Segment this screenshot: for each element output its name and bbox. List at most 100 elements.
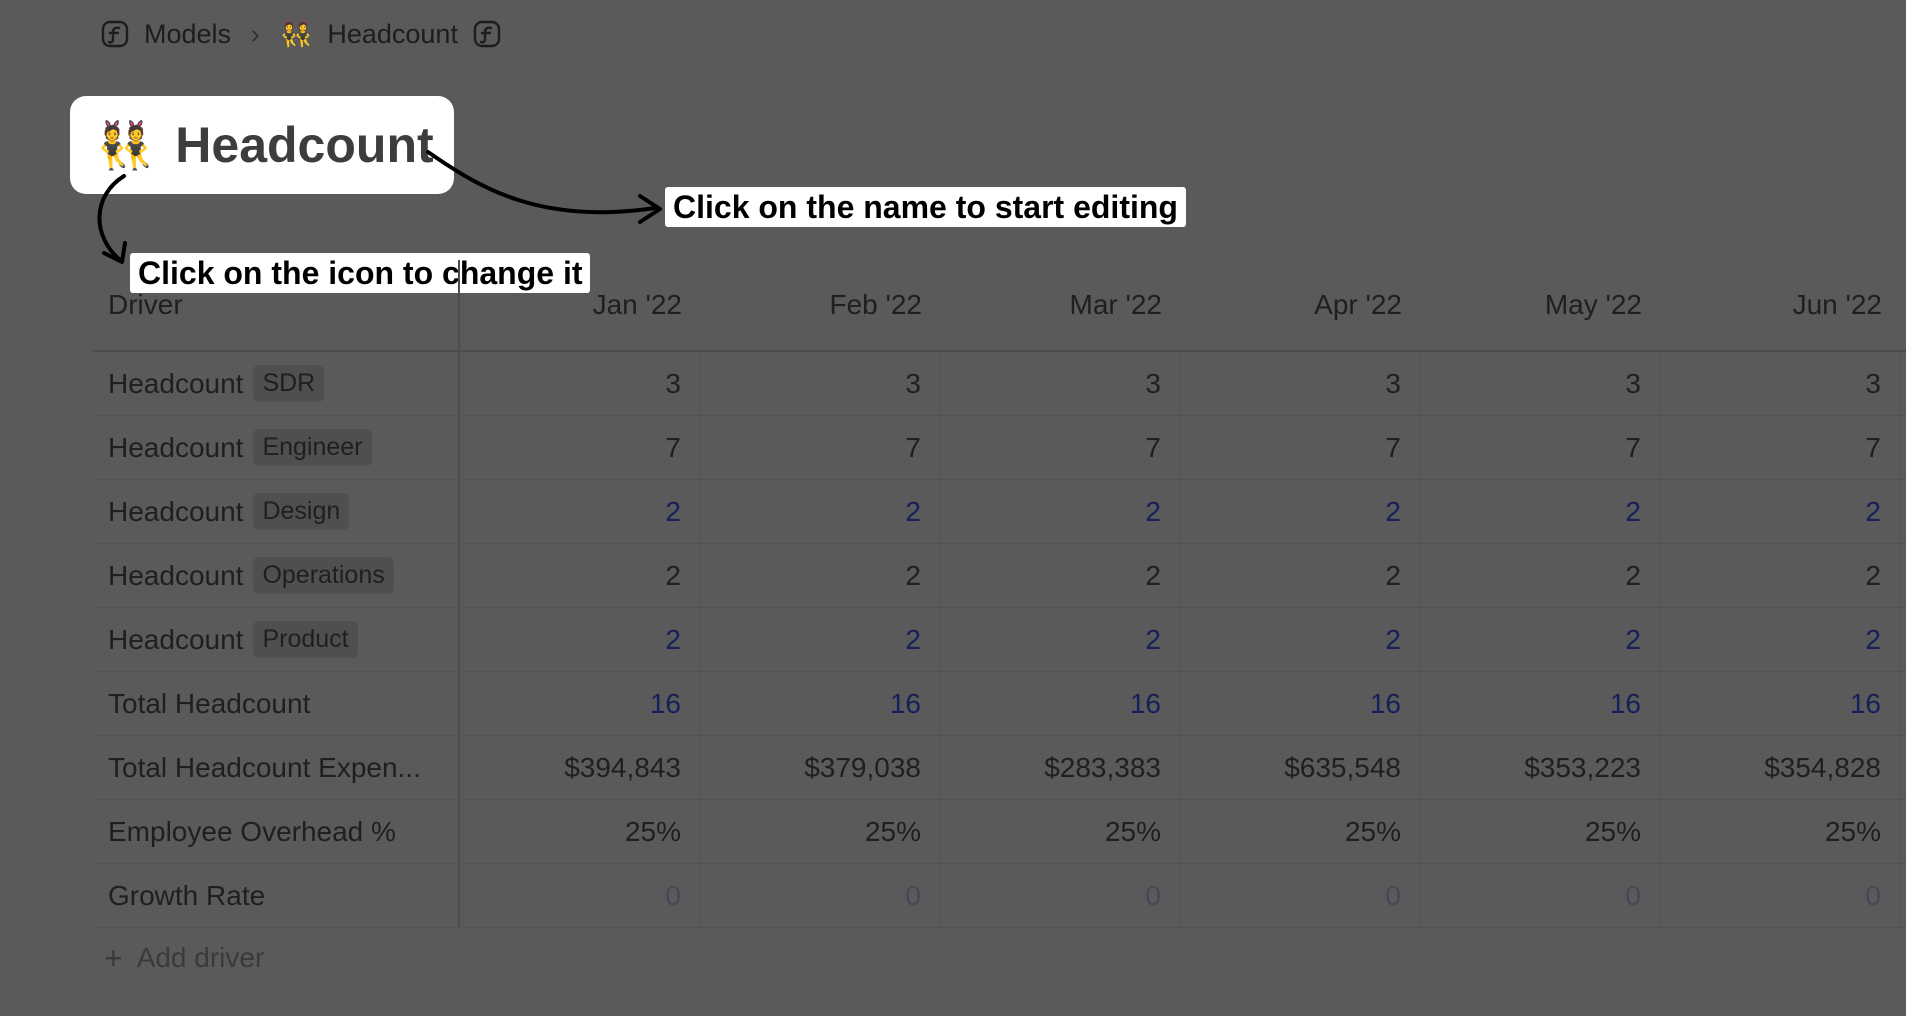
value-cell[interactable]: 3 <box>1180 352 1420 415</box>
driver-name-cell[interactable]: Headcount Design <box>92 480 460 543</box>
table-row[interactable]: Employee Overhead % 25% 25% 25% 25% 25% 25% <box>92 800 1906 864</box>
value-cell[interactable]: 7 <box>1660 416 1900 479</box>
value-cell[interactable]: 16 <box>1660 672 1900 735</box>
column-header-month[interactable]: Jan '22 <box>460 260 700 350</box>
column-header-month[interactable]: Feb '22 <box>700 260 940 350</box>
add-driver-button[interactable]: + Add driver <box>104 942 264 974</box>
value-cell[interactable]: 0 <box>940 864 1180 927</box>
driver-name: Headcount <box>108 495 244 527</box>
value-cell[interactable]: 3 <box>1660 352 1900 415</box>
driver-name: Headcount <box>108 559 244 591</box>
table-row[interactable]: Headcount SDR 3 3 3 3 3 3 <box>92 352 1906 416</box>
value-cell[interactable]: 25% <box>1180 800 1420 863</box>
dimension-tag[interactable]: Operations <box>253 557 394 594</box>
value-cell[interactable]: 0 <box>700 864 940 927</box>
table-row[interactable]: Headcount Product 2 2 2 2 2 2 <box>92 608 1906 672</box>
value-cell[interactable]: 2 <box>700 608 940 671</box>
driver-name: Total Headcount Expen... <box>108 751 421 783</box>
value-cell[interactable]: $379,038 <box>700 736 940 799</box>
value-cell[interactable]: 2 <box>1420 544 1660 607</box>
value-cell[interactable]: 16 <box>940 672 1180 735</box>
value-cell[interactable]: 2 <box>940 480 1180 543</box>
page-title[interactable]: Headcount <box>175 116 433 174</box>
table-row[interactable]: Headcount Design 2 2 2 2 2 2 <box>92 480 1906 544</box>
driver-name-cell[interactable]: Headcount Product <box>92 608 460 671</box>
table-row[interactable]: Total Headcount 16 16 16 16 16 16 <box>92 672 1906 736</box>
value-cell[interactable]: 3 <box>1420 352 1660 415</box>
value-cell[interactable]: 2 <box>1660 544 1900 607</box>
breadcrumb-current-label: Headcount <box>327 18 458 49</box>
column-header-month[interactable]: Apr '22 <box>1180 260 1420 350</box>
value-cell[interactable]: 2 <box>1180 608 1420 671</box>
value-cell[interactable]: 7 <box>1420 416 1660 479</box>
value-cell[interactable]: $353,223 <box>1420 736 1660 799</box>
driver-name: Headcount <box>108 431 244 463</box>
dimension-tag[interactable]: SDR <box>253 365 325 402</box>
value-cell[interactable]: 3 <box>940 352 1180 415</box>
value-cell[interactable]: 7 <box>1180 416 1420 479</box>
value-cell[interactable]: 3 <box>700 352 940 415</box>
table-row[interactable]: Growth Rate 0 0 0 0 0 0 <box>92 864 1906 928</box>
value-cell[interactable]: 7 <box>700 416 940 479</box>
breadcrumb-models-link[interactable]: Models <box>100 19 231 50</box>
value-cell[interactable]: 2 <box>1180 544 1420 607</box>
value-cell[interactable]: 16 <box>460 672 700 735</box>
value-cell[interactable]: 0 <box>1660 864 1900 927</box>
value-cell[interactable]: $635,548 <box>1180 736 1420 799</box>
value-cell[interactable]: 2 <box>1420 480 1660 543</box>
value-cell[interactable]: 7 <box>460 416 700 479</box>
value-cell[interactable]: 25% <box>1660 800 1900 863</box>
table-row[interactable]: Total Headcount Expen... $394,843 $379,038… <box>92 736 1906 800</box>
breadcrumb-current[interactable]: 👯 Headcount <box>280 18 502 50</box>
value-cell[interactable]: 2 <box>1180 480 1420 543</box>
chevron-right-icon: › <box>251 18 260 49</box>
column-header-month[interactable]: Mar '22 <box>940 260 1180 350</box>
driver-name-cell[interactable]: Headcount Engineer <box>92 416 460 479</box>
column-header-driver: Driver <box>92 260 460 350</box>
driver-name-cell[interactable]: Growth Rate <box>92 864 460 927</box>
dimension-tag[interactable]: Product <box>253 621 358 658</box>
driver-name: Growth Rate <box>108 879 266 911</box>
value-cell[interactable]: 2 <box>460 544 700 607</box>
value-cell[interactable]: 16 <box>1420 672 1660 735</box>
value-cell[interactable]: 3 <box>460 352 700 415</box>
value-cell[interactable]: 2 <box>940 544 1180 607</box>
value-cell[interactable]: 2 <box>940 608 1180 671</box>
driver-name-cell[interactable]: Employee Overhead % <box>92 800 460 863</box>
value-cell[interactable]: 0 <box>1180 864 1420 927</box>
value-cell[interactable]: 25% <box>700 800 940 863</box>
drivers-table: Driver Jan '22 Feb '22 Mar '22 Apr '22 M… <box>92 260 1906 928</box>
driver-name-cell[interactable]: Total Headcount Expen... <box>92 736 460 799</box>
column-header-month[interactable]: Jun '22 <box>1660 260 1900 350</box>
value-cell[interactable]: 25% <box>1420 800 1660 863</box>
value-cell[interactable]: 2 <box>460 608 700 671</box>
value-cell[interactable]: 2 <box>700 544 940 607</box>
dimension-tag[interactable]: Design <box>253 493 350 530</box>
value-cell[interactable]: 25% <box>460 800 700 863</box>
driver-name-cell[interactable]: Headcount SDR <box>92 352 460 415</box>
page-icon-button[interactable]: 👯 <box>96 122 153 168</box>
value-cell[interactable]: 7 <box>940 416 1180 479</box>
value-cell[interactable]: 0 <box>1420 864 1660 927</box>
value-cell[interactable]: $283,383 <box>940 736 1180 799</box>
value-cell[interactable]: 2 <box>1660 480 1900 543</box>
formula-f-icon[interactable] <box>472 19 502 49</box>
value-cell[interactable]: 16 <box>1180 672 1420 735</box>
driver-name: Employee Overhead % <box>108 815 396 847</box>
value-cell[interactable]: 25% <box>940 800 1180 863</box>
value-cell[interactable]: 2 <box>460 480 700 543</box>
dimension-tag[interactable]: Engineer <box>253 429 372 466</box>
column-header-month[interactable]: May '22 <box>1420 260 1660 350</box>
driver-name-cell[interactable]: Headcount Operations <box>92 544 460 607</box>
value-cell[interactable]: $354,828 <box>1660 736 1900 799</box>
value-cell[interactable]: 2 <box>1420 608 1660 671</box>
value-cell[interactable]: $394,843 <box>460 736 700 799</box>
table-row[interactable]: Headcount Operations 2 2 2 2 2 2 <box>92 544 1906 608</box>
formula-f-icon <box>101 20 129 48</box>
value-cell[interactable]: 0 <box>460 864 700 927</box>
table-row[interactable]: Headcount Engineer 7 7 7 7 7 7 <box>92 416 1906 480</box>
value-cell[interactable]: 2 <box>1660 608 1900 671</box>
value-cell[interactable]: 2 <box>700 480 940 543</box>
driver-name-cell[interactable]: Total Headcount <box>92 672 460 735</box>
value-cell[interactable]: 16 <box>700 672 940 735</box>
